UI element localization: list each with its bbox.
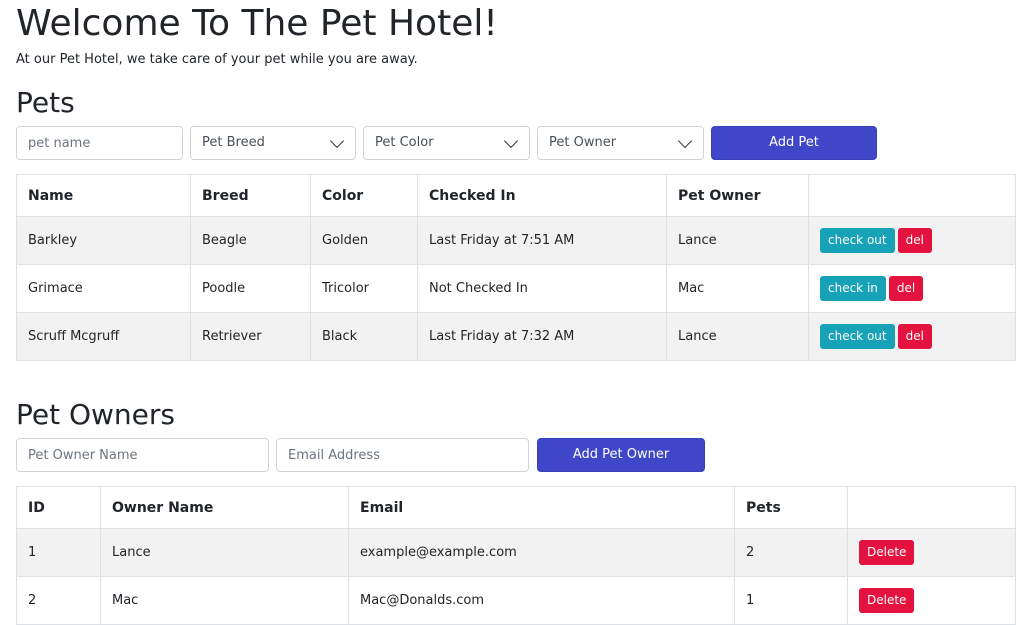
pets-table: Name Breed Color Checked In Pet Owner Ba… <box>16 174 1016 361</box>
owner-name-cell: Lance <box>100 528 349 577</box>
column-header-checked-in: Checked In <box>417 174 667 217</box>
pet-breed-cell: Beagle <box>190 216 311 265</box>
pet-checked-in-cell: Last Friday at 7:51 AM <box>417 216 667 265</box>
table-row: 2 Mac Mac@Donalds.com 1 Delete <box>16 576 1016 625</box>
column-header-id: ID <box>16 486 101 529</box>
pet-actions-cell: check out del <box>808 216 1016 265</box>
pet-checked-in-cell: Not Checked In <box>417 264 667 313</box>
chevron-down-icon <box>503 133 519 148</box>
owner-pets-cell: 2 <box>734 528 848 577</box>
pet-owner-select[interactable]: Pet Owner <box>537 126 704 160</box>
owner-pets-cell: 1 <box>734 576 848 625</box>
pet-color-cell: Golden <box>310 216 418 265</box>
column-header-name: Name <box>16 174 191 217</box>
owner-id-cell: 2 <box>16 576 101 625</box>
pet-breed-select-value: Pet Breed <box>202 135 265 150</box>
pet-name-cell: Grimace <box>16 264 191 313</box>
pet-actions-cell: check out del <box>808 312 1016 361</box>
pet-color-select-value: Pet Color <box>375 135 434 150</box>
owner-email-cell: example@example.com <box>348 528 735 577</box>
page-subtitle: At our Pet Hotel, we take care of your p… <box>16 52 418 67</box>
check-out-button[interactable]: check out <box>820 324 895 349</box>
table-row: Scruff Mcgruff Retriever Black Last Frid… <box>16 312 1016 361</box>
check-in-button[interactable]: check in <box>820 276 886 301</box>
delete-pet-button[interactable]: del <box>897 228 932 253</box>
chevron-down-icon <box>329 133 345 148</box>
pet-breed-cell: Poodle <box>190 264 311 313</box>
add-owner-form: Add Pet Owner <box>16 438 705 472</box>
pet-breed-select[interactable]: Pet Breed <box>190 126 356 160</box>
pets-table-header: Name Breed Color Checked In Pet Owner <box>16 174 1016 217</box>
add-pet-form: Pet Breed Pet Color Pet Owner Add Pet <box>16 126 877 160</box>
email-field[interactable] <box>276 438 529 472</box>
owner-id-cell: 1 <box>16 528 101 577</box>
add-pet-owner-button[interactable]: Add Pet Owner <box>537 438 705 472</box>
pet-owners-heading: Pet Owners <box>16 398 176 431</box>
pet-owner-select-value: Pet Owner <box>549 135 617 150</box>
delete-pet-button[interactable]: del <box>897 324 932 349</box>
pet-name-cell: Scruff Mcgruff <box>16 312 191 361</box>
page-title: Welcome To The Pet Hotel! <box>16 3 498 44</box>
chevron-down-icon <box>677 133 693 148</box>
owner-name-cell: Mac <box>100 576 349 625</box>
check-out-button[interactable]: check out <box>820 228 895 253</box>
column-header-breed: Breed <box>190 174 311 217</box>
pet-checked-in-cell: Last Friday at 7:32 AM <box>417 312 667 361</box>
column-header-actions <box>847 486 1016 529</box>
delete-owner-button[interactable]: Delete <box>859 588 915 613</box>
pet-name-input[interactable] <box>16 126 183 160</box>
pet-color-cell: Tricolor <box>310 264 418 313</box>
owner-actions-cell: Delete <box>847 576 1016 625</box>
delete-pet-button[interactable]: del <box>888 276 924 301</box>
pet-owner-cell: Lance <box>666 312 809 361</box>
column-header-pet-owner: Pet Owner <box>666 174 809 217</box>
column-header-owner-name: Owner Name <box>100 486 349 529</box>
column-header-pets: Pets <box>734 486 848 529</box>
pet-owner-cell: Lance <box>666 216 809 265</box>
pet-color-cell: Black <box>310 312 418 361</box>
pet-actions-cell: check in del <box>808 264 1016 313</box>
table-row: Barkley Beagle Golden Last Friday at 7:5… <box>16 216 1016 265</box>
owner-name-input[interactable] <box>16 438 269 472</box>
column-header-email: Email <box>348 486 735 529</box>
table-row: 1 Lance example@example.com 2 Delete <box>16 528 1016 577</box>
owner-email-cell: Mac@Donalds.com <box>348 576 735 625</box>
table-row: Grimace Poodle Tricolor Not Checked In M… <box>16 264 1016 313</box>
owners-table: ID Owner Name Email Pets 1 Lance example… <box>16 486 1016 625</box>
column-header-color: Color <box>310 174 418 217</box>
pet-name-cell: Barkley <box>16 216 191 265</box>
owner-actions-cell: Delete <box>847 528 1016 577</box>
pet-breed-cell: Retriever <box>190 312 311 361</box>
owners-table-header: ID Owner Name Email Pets <box>16 486 1016 529</box>
column-header-actions <box>808 174 1016 217</box>
add-pet-button[interactable]: Add Pet <box>711 126 877 160</box>
delete-owner-button[interactable]: Delete <box>859 540 915 565</box>
pet-owner-cell: Mac <box>666 264 809 313</box>
pets-heading: Pets <box>16 86 75 119</box>
pet-color-select[interactable]: Pet Color <box>363 126 530 160</box>
